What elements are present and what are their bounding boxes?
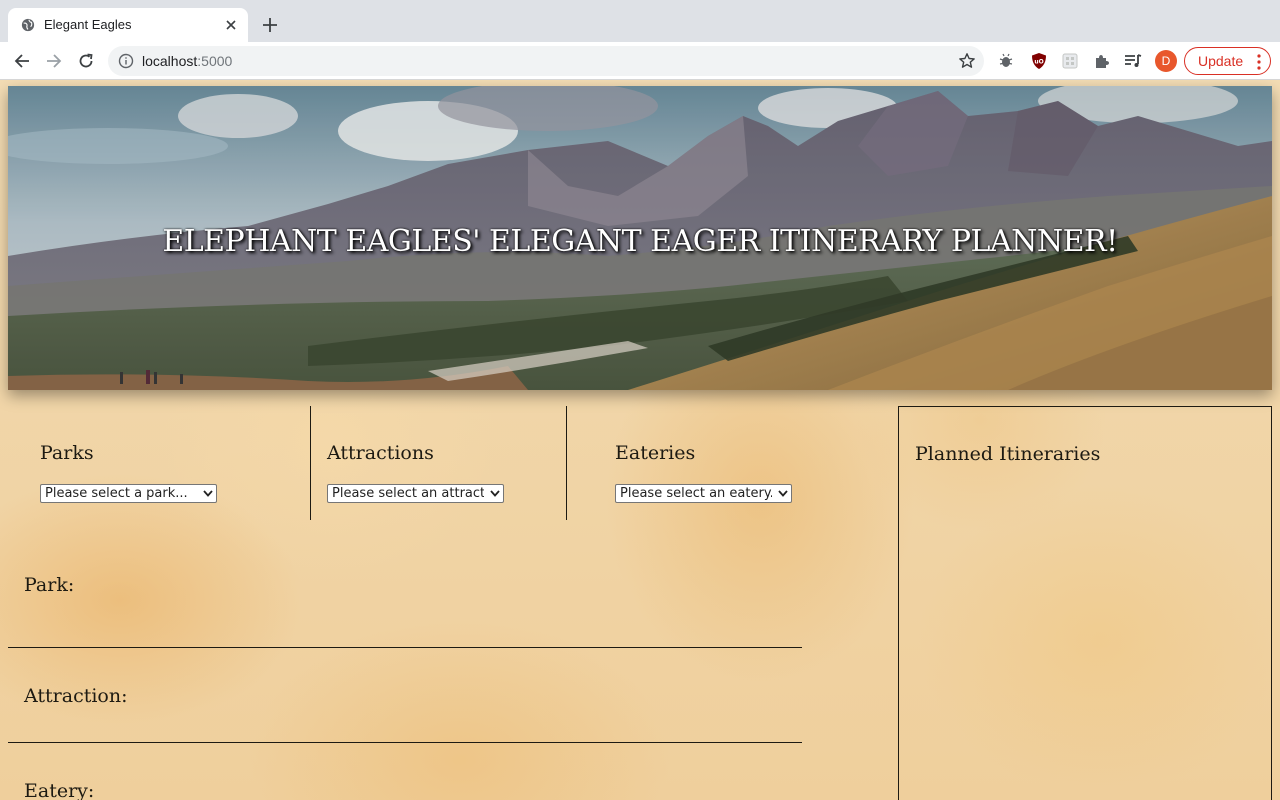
page-body: ELEPHANT EAGLES' ELEGANT EAGER ITINERARY… [0,80,1280,800]
planned-itineraries-panel: Planned Itineraries [898,406,1272,800]
eateries-selector-group: Eateries Please select an eatery... [615,406,875,520]
profile-avatar[interactable]: D [1155,50,1177,72]
chevron-down-icon [778,490,788,497]
column-divider [310,406,311,520]
parks-label: Parks [40,442,94,464]
column-divider [566,406,567,520]
chevron-down-icon [203,490,213,497]
new-tab-icon[interactable] [258,13,282,37]
attractions-label: Attractions [327,442,434,464]
section-divider [8,647,802,648]
park-select[interactable]: Please select a park... [40,484,217,503]
eateries-label: Eateries [615,442,696,464]
reload-icon[interactable] [73,48,99,74]
selector-row: Parks Please select a park... Attraction… [8,406,888,520]
attractions-selector-group: Attractions Please select an attraction.… [327,406,557,520]
eatery-select[interactable]: Please select an eatery... [615,484,792,503]
eatery-detail-label: Eatery: [24,780,95,800]
url-text: localhost:5000 [142,53,233,69]
bug-extension-icon[interactable] [995,50,1017,72]
attraction-detail-label: Attraction: [24,685,128,707]
bookmark-star-icon[interactable] [958,52,976,70]
svg-text:uO: uO [1034,59,1043,66]
tab-title: Elegant Eagles [44,17,132,32]
update-label: Update [1198,53,1244,69]
eatery-select-value: Please select an eatery... [620,486,772,501]
attraction-select-value: Please select an attraction... [332,486,484,501]
media-queue-icon[interactable] [1122,50,1144,72]
park-select-value: Please select a park... [45,486,188,501]
parks-selector-group: Parks Please select a park... [40,406,300,520]
more-vertical-icon [1257,54,1261,70]
hero-banner: ELEPHANT EAGLES' ELEGANT EAGER ITINERARY… [8,86,1272,390]
tab-strip: Elegant Eagles [0,0,1280,42]
ublock-shield-icon[interactable]: uO [1028,50,1050,72]
back-icon[interactable] [9,48,35,74]
puzzle-extensions-icon[interactable] [1091,50,1113,72]
attraction-select[interactable]: Please select an attraction... [327,484,504,503]
page-title: ELEPHANT EAGLES' ELEGANT EAGER ITINERARY… [162,224,1118,259]
info-icon[interactable] [118,53,134,69]
browser-toolbar: localhost:5000 uO D Update [0,42,1280,80]
planned-itineraries-title: Planned Itineraries [915,443,1101,465]
address-bar[interactable]: localhost:5000 [108,46,984,76]
browser-tab[interactable]: Elegant Eagles [8,8,248,42]
globe-icon [21,18,35,32]
park-detail-label: Park: [24,574,75,596]
update-button[interactable]: Update [1184,47,1271,75]
grid-extension-icon[interactable] [1059,50,1081,72]
section-divider [8,742,802,743]
forward-icon[interactable] [41,48,67,74]
close-tab-icon[interactable] [220,14,242,36]
chevron-down-icon [490,490,500,497]
